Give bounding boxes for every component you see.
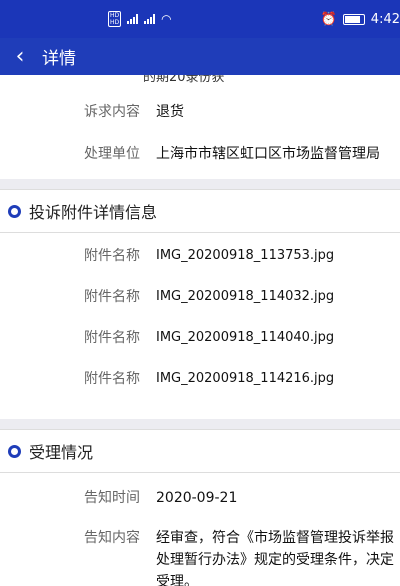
row-value: 2020-09-21 bbox=[156, 490, 238, 506]
partial-row-text: 的期20录份获 bbox=[143, 75, 225, 85]
section-gap bbox=[0, 419, 400, 429]
row-label: 附件名称 bbox=[84, 330, 140, 346]
row-value: 经审查，符合《市场监督管理投诉举报处理暂行办法》规定的受理条件，决定受理。 bbox=[156, 530, 394, 586]
row-label: 告知时间 bbox=[84, 490, 140, 506]
detail-row: 处理单位 上海市市辖区虹口区市场监督管理局 bbox=[0, 143, 400, 165]
attachment-row[interactable]: 附件名称 IMG_20200918_114216.jpg bbox=[0, 368, 400, 409]
status-bar: HD HD ◠ ⏰ 4:42 bbox=[0, 0, 400, 38]
attachment-row[interactable]: 附件名称 IMG_20200918_114040.jpg bbox=[0, 327, 400, 368]
section-header-attachments: 投诉附件详情信息 bbox=[0, 189, 400, 233]
chevron-left-icon: ‹ bbox=[15, 44, 25, 69]
row-label: 告知内容 bbox=[84, 530, 140, 546]
acceptance-card: 告知时间 2020-09-21 告知内容 经审查，符合《市场监督管理投诉举报处理… bbox=[0, 473, 400, 586]
detail-content[interactable]: 的期20录份获 诉求内容 退货 处理单位 上海市市辖区虹口区市场监督管理局 投诉… bbox=[0, 75, 400, 586]
attachment-row[interactable]: 附件名称 IMG_20200918_114032.jpg bbox=[0, 286, 400, 327]
status-bar-signals: HD HD ◠ bbox=[108, 11, 172, 27]
detail-row: 告知时间 2020-09-21 bbox=[0, 487, 400, 509]
attachment-link[interactable]: IMG_20200918_114040.jpg bbox=[156, 327, 396, 349]
back-button[interactable]: ‹ bbox=[0, 38, 40, 75]
attachment-link[interactable]: IMG_20200918_114032.jpg bbox=[156, 286, 396, 308]
circle-dot-icon bbox=[8, 444, 21, 458]
row-label: 附件名称 bbox=[84, 289, 140, 305]
circle-dot-icon bbox=[8, 204, 21, 218]
partial-row: 的期20录份获 bbox=[0, 75, 400, 89]
attachment-row[interactable]: 附件名称 IMG_20200918_113753.jpg bbox=[0, 245, 400, 286]
alarm-icon: ⏰ bbox=[320, 11, 337, 27]
signal-icon bbox=[144, 14, 156, 24]
status-time: 4:42 bbox=[370, 11, 400, 27]
complaint-card: 的期20录份获 诉求内容 退货 处理单位 上海市市辖区虹口区市场监督管理局 bbox=[0, 75, 400, 179]
wifi-icon: ◠ bbox=[161, 12, 172, 26]
hd-icon: HD HD bbox=[108, 11, 122, 27]
row-label: 附件名称 bbox=[84, 371, 140, 387]
row-label: 处理单位 bbox=[84, 146, 140, 162]
row-label: 附件名称 bbox=[84, 248, 140, 264]
section-title: 受理情况 bbox=[29, 443, 94, 462]
detail-row: 诉求内容 退货 bbox=[0, 101, 400, 123]
section-title: 投诉附件详情信息 bbox=[29, 203, 158, 222]
section-header-acceptance: 受理情况 bbox=[0, 429, 400, 473]
detail-row: 告知内容 经审查，符合《市场监督管理投诉举报处理暂行办法》规定的受理条件，决定受… bbox=[0, 527, 400, 586]
row-value: 退货 bbox=[156, 104, 184, 120]
section-gap bbox=[0, 179, 400, 189]
row-value: 上海市市辖区虹口区市场监督管理局 bbox=[156, 146, 380, 162]
attachments-card: 附件名称 IMG_20200918_113753.jpg 附件名称 IMG_20… bbox=[0, 233, 400, 419]
attachment-link[interactable]: IMG_20200918_113753.jpg bbox=[156, 245, 396, 267]
page-title: 详情 bbox=[42, 49, 76, 69]
signal-icon bbox=[127, 14, 139, 24]
battery-icon bbox=[342, 13, 365, 25]
row-label: 诉求内容 bbox=[84, 104, 140, 120]
attachment-link[interactable]: IMG_20200918_114216.jpg bbox=[156, 368, 396, 390]
nav-bar: ‹ 详情 bbox=[0, 38, 400, 75]
status-bar-right: ⏰ 4:42 bbox=[321, 12, 400, 27]
